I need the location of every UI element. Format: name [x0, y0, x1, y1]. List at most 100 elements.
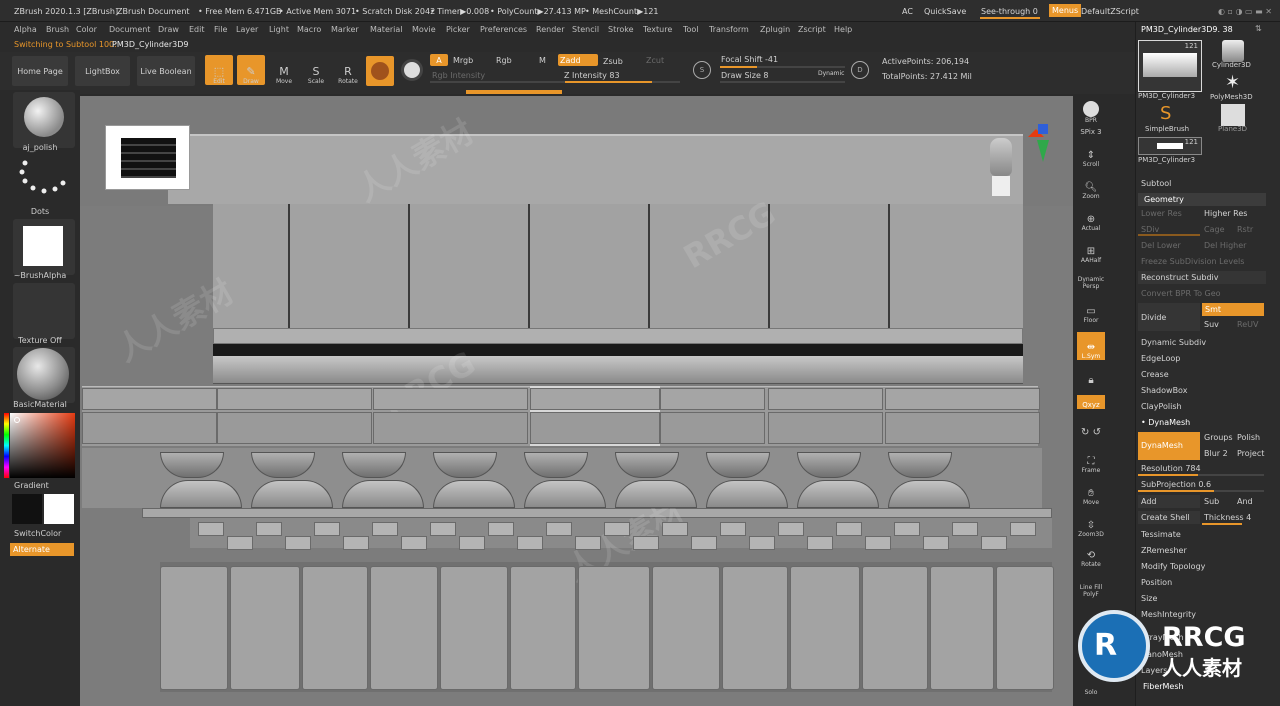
- scale-mode-button[interactable]: S Scale: [302, 55, 330, 85]
- menu-picker[interactable]: Picker: [446, 25, 470, 34]
- blur-slider[interactable]: Blur 2: [1204, 449, 1228, 458]
- sub-button[interactable]: Sub: [1204, 497, 1219, 506]
- menu-alpha[interactable]: Alpha: [14, 25, 37, 34]
- zsub-button[interactable]: Zsub: [603, 57, 623, 66]
- color-picker[interactable]: [10, 413, 75, 478]
- seethrough-slider[interactable]: See-through 0: [981, 7, 1038, 16]
- menu-stencil[interactable]: Stencil: [572, 25, 599, 34]
- secondary-color-swatch[interactable]: [44, 494, 74, 524]
- d-spotlight-icon[interactable]: D: [851, 61, 869, 79]
- edit-mode-button[interactable]: ⬚ Edit: [205, 55, 233, 85]
- fibermesh-section[interactable]: FiberMesh: [1143, 682, 1184, 691]
- menu-render[interactable]: Render: [536, 25, 564, 34]
- xyz-button[interactable]: Qxyz: [1077, 395, 1105, 409]
- floor-button[interactable]: ▭ Floor: [1077, 296, 1105, 324]
- live-boolean-button[interactable]: Live Boolean: [137, 56, 195, 86]
- menu-zplugin[interactable]: Zplugin: [760, 25, 790, 34]
- add-button[interactable]: Add: [1141, 497, 1157, 506]
- sdiv-slider[interactable]: SDiv: [1141, 225, 1159, 234]
- menu-marker[interactable]: Marker: [331, 25, 359, 34]
- simplebrush-icon[interactable]: S: [1160, 103, 1171, 124]
- move-view-button[interactable]: ✋︎ Move: [1077, 478, 1105, 506]
- menus-button[interactable]: Menus: [1049, 4, 1082, 17]
- thickness-slider[interactable]: Thickness 4: [1204, 513, 1251, 522]
- lightbox-button[interactable]: LightBox: [75, 56, 130, 86]
- tessimate-section[interactable]: Tessimate: [1141, 530, 1181, 539]
- menu-tool[interactable]: Tool: [683, 25, 699, 34]
- mrgb-button[interactable]: Mrgb: [453, 56, 473, 65]
- and-button[interactable]: And: [1237, 497, 1253, 506]
- menu-preferences[interactable]: Preferences: [480, 25, 527, 34]
- zremesher-section[interactable]: ZRemesher: [1141, 546, 1187, 555]
- scroll-button[interactable]: ⇕ Scroll: [1077, 140, 1105, 168]
- cage-button[interactable]: Cage: [1204, 225, 1225, 234]
- claypolish-section[interactable]: ClayPolish: [1141, 402, 1182, 411]
- menu-document[interactable]: Document: [109, 25, 150, 34]
- polymesh-star-icon[interactable]: ✶: [1225, 72, 1240, 93]
- menu-light[interactable]: Light: [269, 25, 289, 34]
- rotate-axis-button[interactable]: ↻ ↺: [1077, 412, 1105, 438]
- texture-thumbnail[interactable]: [13, 283, 75, 339]
- menu-color[interactable]: Color: [76, 25, 97, 34]
- lower-res-button[interactable]: Lower Res: [1141, 209, 1182, 218]
- rotate-view-button[interactable]: ⟲ Rotate: [1077, 540, 1105, 568]
- del-higher-button[interactable]: Del Higher: [1204, 241, 1246, 250]
- material-swatch-button[interactable]: [366, 56, 394, 86]
- rgb-intensity-slider[interactable]: Rgb Intensity: [432, 71, 485, 80]
- menu-transform[interactable]: Transform: [709, 25, 749, 34]
- actual-button[interactable]: ⊕ Actual: [1077, 204, 1105, 232]
- dynamic-subdiv-section[interactable]: Dynamic Subdiv: [1141, 338, 1206, 347]
- crease-section[interactable]: Crease: [1141, 370, 1169, 379]
- rgb-button[interactable]: Rgb: [496, 56, 512, 65]
- tool-scroll-arrows[interactable]: ⇅: [1255, 24, 1262, 33]
- quicksave-button[interactable]: QuickSave: [924, 7, 966, 16]
- spix-slider[interactable]: SPix 3: [1077, 122, 1105, 136]
- alternate-button[interactable]: Alternate: [10, 543, 74, 556]
- canvas-viewport[interactable]: ⌖ RRCG 人人素材 RRCG 人人素材 RRCG 人人素材: [80, 96, 1080, 706]
- dynamic-toggle[interactable]: Dynamic: [818, 70, 844, 77]
- dynamesh-section[interactable]: • DynaMesh: [1141, 418, 1190, 427]
- shadowbox-section[interactable]: ShadowBox: [1141, 386, 1187, 395]
- primary-color-swatch[interactable]: [12, 494, 42, 524]
- menu-brush[interactable]: Brush: [46, 25, 69, 34]
- material-thumbnail[interactable]: [13, 347, 75, 403]
- freeze-subdiv-button[interactable]: Freeze SubDivision Levels: [1141, 257, 1244, 266]
- menu-help[interactable]: Help: [834, 25, 852, 34]
- tool-thumb-pm3d-2[interactable]: 121: [1138, 137, 1202, 155]
- lock-button[interactable]: 🔒︎: [1077, 366, 1105, 386]
- lsym-button[interactable]: ⇹ L.Sym: [1077, 332, 1105, 360]
- draw-size-slider[interactable]: Draw Size 8: [721, 71, 769, 80]
- draw-mode-button[interactable]: ✎ Draw: [237, 55, 265, 85]
- menu-stroke[interactable]: Stroke: [608, 25, 634, 34]
- tool-thumb-pm3d-cylinder[interactable]: 121: [1138, 40, 1202, 92]
- suv-toggle[interactable]: Suv: [1204, 320, 1219, 329]
- zoom3d-button[interactable]: ⇳ Zoom3D: [1077, 510, 1105, 538]
- menu-zscript[interactable]: Zscript: [798, 25, 826, 34]
- menu-edit[interactable]: Edit: [189, 25, 205, 34]
- spotlight-icon[interactable]: [401, 59, 423, 81]
- divide-button[interactable]: Divide: [1141, 313, 1166, 322]
- groups-toggle[interactable]: Groups: [1204, 433, 1233, 442]
- meshintegrity-section[interactable]: MeshIntegrity: [1141, 610, 1196, 619]
- menu-macro[interactable]: Macro: [297, 25, 321, 34]
- zcut-button[interactable]: Zcut: [646, 56, 664, 65]
- zadd-button[interactable]: Zadd: [558, 54, 598, 66]
- persp-button[interactable]: Dynamic Persp: [1077, 264, 1105, 290]
- menu-texture[interactable]: Texture: [643, 25, 672, 34]
- del-lower-button[interactable]: Del Lower: [1141, 241, 1181, 250]
- convert-bpr-button[interactable]: Convert BPR To Geo: [1141, 289, 1221, 298]
- aahalf-button[interactable]: ⊞ AAHalf: [1077, 236, 1105, 264]
- resolution-slider[interactable]: Resolution 784: [1141, 464, 1201, 473]
- m-button[interactable]: M: [539, 56, 546, 65]
- menu-file[interactable]: File: [214, 25, 227, 34]
- a-button[interactable]: A: [430, 54, 448, 66]
- move-mode-button[interactable]: M Move: [270, 55, 298, 85]
- ac-button[interactable]: AC: [902, 7, 913, 16]
- size-section[interactable]: Size: [1141, 594, 1157, 603]
- rstr-button[interactable]: Rstr: [1237, 225, 1253, 234]
- subtool-section[interactable]: Subtool: [1141, 179, 1171, 188]
- home-page-button[interactable]: Home Page: [12, 56, 68, 86]
- menu-material[interactable]: Material: [370, 25, 403, 34]
- menu-layer[interactable]: Layer: [236, 25, 258, 34]
- edgeloop-section[interactable]: EdgeLoop: [1141, 354, 1180, 363]
